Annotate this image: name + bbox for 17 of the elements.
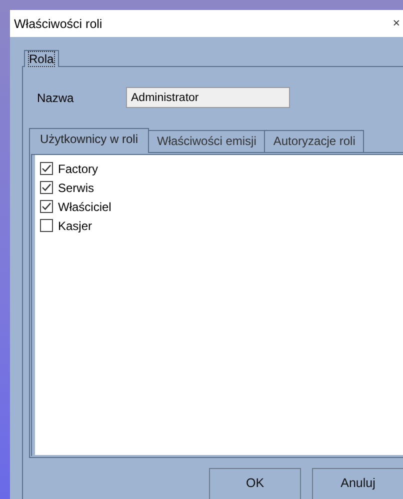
name-field[interactable]: Administrator — [126, 87, 290, 108]
dialog-button[interactable]: Anuluj — [312, 468, 403, 499]
checkbox[interactable] — [40, 162, 53, 175]
tab[interactable]: Użytkownicy w roli — [29, 128, 150, 153]
tab[interactable]: Autoryzacje roli — [264, 130, 364, 152]
checkbox[interactable] — [40, 200, 53, 213]
checkbox[interactable] — [40, 181, 53, 194]
user-label: Factory — [58, 162, 98, 176]
checkbox[interactable] — [40, 219, 53, 232]
tab[interactable]: Rola — [24, 50, 59, 67]
user-label: Właściciel — [58, 200, 112, 214]
window-title: Właściwości roli — [14, 16, 102, 30]
user-label: Serwis — [58, 180, 94, 194]
close-icon[interactable]: × — [386, 17, 403, 30]
name-label: Nazwa — [36, 90, 75, 104]
user-label: Kasjer — [58, 218, 92, 232]
dialog-button[interactable]: OK — [209, 468, 301, 499]
